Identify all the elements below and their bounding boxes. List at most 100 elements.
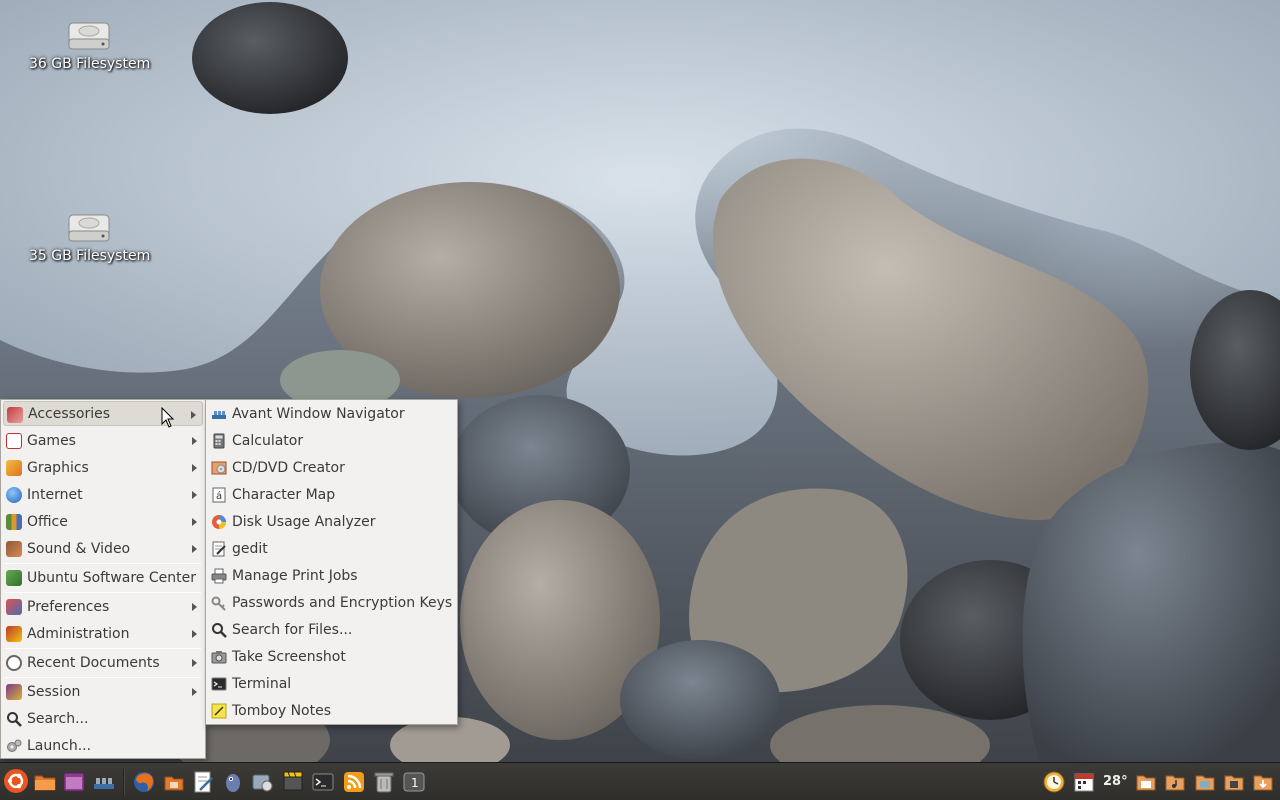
menu-item-tomboy-notes[interactable]: Tomboy Notes — [208, 698, 455, 723]
trash-icon[interactable] — [372, 770, 396, 794]
terminal-icon[interactable] — [311, 770, 335, 794]
search-icon — [211, 622, 227, 638]
menu-item-preferences[interactable]: Preferences — [3, 594, 203, 619]
printer-icon — [211, 568, 227, 584]
desktop-drive-1[interactable]: 36 GB Filesystem — [29, 19, 151, 72]
menu-item-search[interactable]: Search... — [3, 706, 203, 731]
clock-icon[interactable] — [1042, 770, 1066, 794]
desktop-drive-label: 36 GB Filesystem — [29, 56, 151, 72]
menu-item-internet[interactable]: Internet — [3, 482, 203, 507]
sound-video-icon — [6, 541, 22, 557]
menu-item-avant-window-navigator[interactable]: Avant Window Navigator — [208, 401, 455, 426]
menu-item-label: Sound & Video — [27, 540, 131, 557]
ubuntu-menu-icon[interactable] — [3, 768, 29, 794]
submenu-arrow-icon — [192, 518, 197, 526]
pidgin-icon[interactable] — [221, 770, 245, 794]
desktop-drive-2[interactable]: 35 GB Filesystem — [29, 211, 151, 264]
menu-item-recent-documents[interactable]: Recent Documents — [3, 650, 203, 675]
firefox-icon[interactable] — [132, 770, 156, 794]
graphics-icon — [6, 460, 22, 476]
accessories-submenu: Avant Window Navigator Calculator CD/DVD… — [205, 399, 458, 725]
accessories-icon — [7, 407, 23, 423]
system-monitor-icon[interactable] — [250, 770, 274, 794]
menu-item-label: Tomboy Notes — [232, 702, 331, 719]
rss-feed-icon[interactable] — [342, 770, 366, 794]
menu-item-disk-usage-analyzer[interactable]: Disk Usage Analyzer — [208, 509, 455, 534]
menu-item-character-map[interactable]: á Character Map — [208, 482, 455, 507]
character-map-icon: á — [211, 487, 227, 503]
menu-item-office[interactable]: Office — [3, 509, 203, 534]
keys-icon — [211, 595, 227, 611]
desktop-icon[interactable] — [62, 770, 86, 794]
submenu-arrow-icon — [191, 411, 196, 419]
menu-item-label: Search... — [27, 710, 89, 727]
menu-item-label: Office — [27, 513, 68, 530]
search-icon — [6, 711, 22, 727]
menu-item-manage-print-jobs[interactable]: Manage Print Jobs — [208, 563, 455, 588]
desktop-drive-label: 35 GB Filesystem — [29, 248, 151, 264]
menu-item-administration[interactable]: Administration — [3, 621, 203, 646]
documents-folder-icon[interactable] — [1134, 770, 1158, 794]
menu-item-graphics[interactable]: Graphics — [3, 455, 203, 480]
workspace-switcher-icon[interactable]: 1 — [402, 770, 426, 794]
avant-window-navigator-icon — [211, 406, 227, 422]
menu-item-ubuntu-software-center[interactable]: Ubuntu Software Center — [3, 565, 203, 590]
menu-item-gedit[interactable]: gedit — [208, 536, 455, 561]
avant-navigator-icon[interactable] — [92, 770, 116, 794]
downloads-folder-icon[interactable] — [1251, 770, 1275, 794]
weather-temperature[interactable]: 28° — [1103, 774, 1128, 789]
menu-item-search-for-files[interactable]: Search for Files... — [208, 617, 455, 642]
pictures-folder-icon[interactable] — [1193, 770, 1217, 794]
text-editor-icon[interactable] — [191, 770, 215, 794]
svg-text:á: á — [216, 490, 222, 502]
disk-usage-analyzer-icon — [211, 514, 227, 530]
menu-item-label: Avant Window Navigator — [232, 405, 405, 422]
menu-item-passwords-and-encryption-keys[interactable]: Passwords and Encryption Keys — [208, 590, 455, 615]
mouse-pointer-icon — [161, 406, 175, 429]
menu-item-label: Character Map — [232, 486, 336, 503]
menu-item-terminal[interactable]: Terminal — [208, 671, 455, 696]
menu-item-label: Preferences — [27, 598, 110, 615]
menu-item-label: Take Screenshot — [232, 648, 346, 665]
menu-item-label: Administration — [27, 625, 130, 642]
menu-item-label: Launch... — [27, 737, 92, 754]
menu-item-session[interactable]: Session — [3, 679, 203, 704]
home-folder-icon[interactable] — [33, 770, 57, 794]
menu-item-label: Disk Usage Analyzer — [232, 513, 376, 530]
recent-documents-icon — [6, 655, 22, 671]
menu-item-label: Games — [27, 432, 76, 449]
menu-item-games[interactable]: Games — [3, 428, 203, 453]
submenu-arrow-icon — [192, 437, 197, 445]
menu-item-label: Session — [27, 683, 81, 700]
launch-gears-icon — [6, 738, 22, 754]
menu-item-label: Terminal — [232, 675, 292, 692]
menu-item-cd-dvd-creator[interactable]: CD/DVD Creator — [208, 455, 455, 480]
menu-item-take-screenshot[interactable]: Take Screenshot — [208, 644, 455, 669]
submenu-arrow-icon — [192, 688, 197, 696]
menu-separator — [5, 648, 201, 649]
menu-item-launch[interactable]: Launch... — [3, 733, 203, 758]
videos-folder-icon[interactable] — [1222, 770, 1246, 794]
calculator-icon — [211, 433, 227, 449]
applications-menu: Accessories Games Graphics Internet Offi… — [0, 399, 206, 759]
menu-item-label: Ubuntu Software Center — [27, 569, 196, 586]
menu-item-label: Manage Print Jobs — [232, 567, 358, 584]
menu-item-label: Calculator — [232, 432, 304, 449]
svg-text:1: 1 — [411, 776, 419, 790]
internet-globe-icon — [6, 487, 22, 503]
gedit-icon — [211, 541, 227, 557]
video-icon[interactable] — [281, 770, 305, 794]
preferences-icon — [6, 599, 22, 615]
submenu-arrow-icon — [192, 603, 197, 611]
music-folder-icon[interactable] — [1163, 770, 1187, 794]
file-manager-icon[interactable] — [162, 770, 186, 794]
administration-icon — [6, 626, 22, 642]
menu-item-label: Graphics — [27, 459, 89, 476]
menu-item-calculator[interactable]: Calculator — [208, 428, 455, 453]
tomboy-notes-icon — [211, 703, 227, 719]
menu-item-label: CD/DVD Creator — [232, 459, 345, 476]
menu-item-sound-video[interactable]: Sound & Video — [3, 536, 203, 561]
drive-harddisk-icon — [66, 211, 112, 245]
calendar-icon[interactable] — [1072, 770, 1096, 794]
submenu-arrow-icon — [192, 630, 197, 638]
